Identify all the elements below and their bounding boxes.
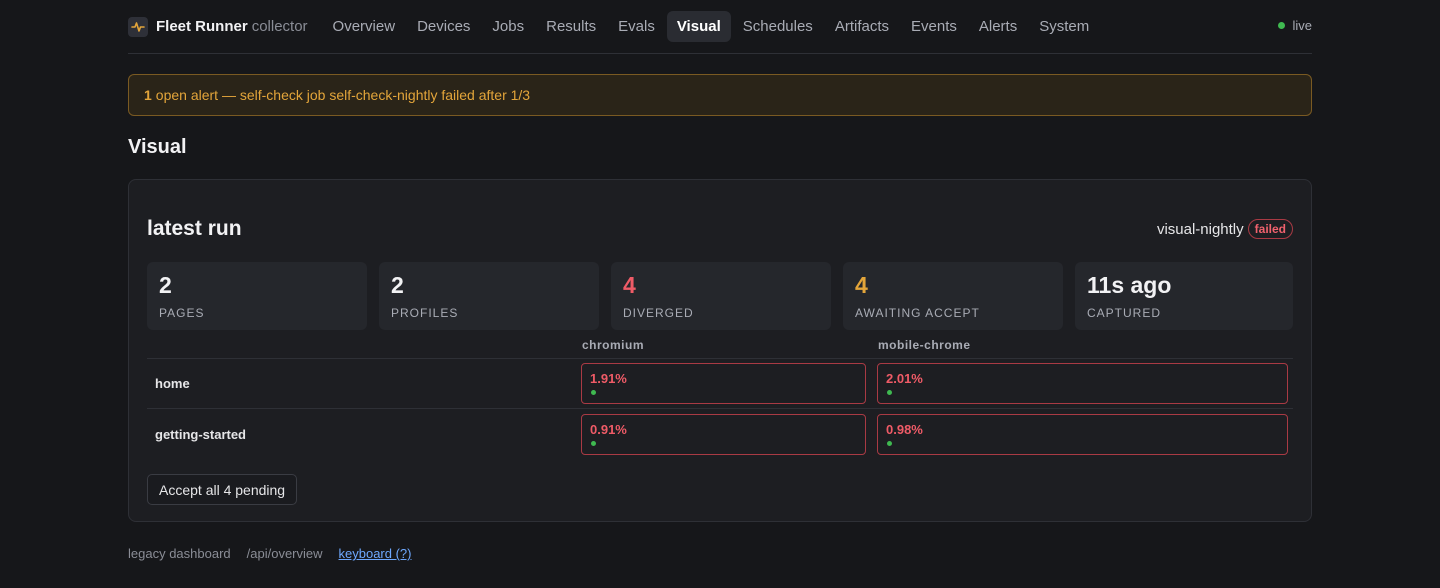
nav-artifacts[interactable]: Artifacts xyxy=(825,11,899,42)
brand-subtitle: collector xyxy=(251,18,308,35)
page-name: getting-started xyxy=(155,426,246,442)
card-title: latest run xyxy=(147,217,242,240)
nav-system[interactable]: System xyxy=(1029,11,1099,42)
alert-text: open alert — self-check job self-check-n… xyxy=(155,87,531,103)
nav-devices[interactable]: Devices xyxy=(407,11,480,42)
stat-awaiting-accept: 4 AWAITING ACCEPT xyxy=(843,262,1063,330)
diff-cell[interactable]: 0.91% xyxy=(581,413,866,455)
run-info: visual-nightly failed xyxy=(1157,219,1293,239)
alert-banner[interactable]: 1 open alert — self-check job self-check… xyxy=(128,74,1312,116)
stat-captured: 11s ago CAPTURED xyxy=(1075,262,1293,330)
status-dot-icon xyxy=(591,440,596,446)
stat-value: 4 xyxy=(623,272,636,298)
run-name[interactable]: visual-nightly xyxy=(1157,221,1244,238)
diff-percent: 0.91% xyxy=(590,421,627,437)
stat-diverged: 4 DIVERGED xyxy=(611,262,831,330)
card-header: latest run visual-nightly failed xyxy=(147,209,1293,249)
stat-value: 4 xyxy=(855,272,868,298)
nav-alerts[interactable]: Alerts xyxy=(969,11,1027,42)
cell-wrap: 0.91% xyxy=(575,413,871,455)
brand[interactable]: Fleet Runner collector xyxy=(128,16,308,37)
page-title: Visual xyxy=(128,136,187,158)
stat-value: 2 xyxy=(159,272,172,298)
alert-count: 1 xyxy=(144,87,152,103)
diff-cell[interactable]: 0.98% xyxy=(877,413,1288,455)
nav-results[interactable]: Results xyxy=(536,11,606,42)
brand-name: Fleet Runner xyxy=(156,18,248,35)
pulse-icon xyxy=(128,16,148,37)
nav-visual[interactable]: Visual xyxy=(666,11,731,42)
main-nav: Overview Devices Jobs Results Evals Visu… xyxy=(322,11,1101,42)
cell-wrap: 0.98% xyxy=(871,413,1293,455)
legacy-dashboard-link[interactable]: legacy dashboard xyxy=(128,546,231,561)
accept-all-button[interactable]: Accept all 4 pending xyxy=(147,474,298,505)
live-label: live xyxy=(1292,18,1312,33)
matrix-header: chromium mobile-chrome xyxy=(147,336,1293,359)
nav-jobs[interactable]: Jobs xyxy=(482,11,534,42)
cell-wrap: 1.91% xyxy=(575,363,871,404)
stat-label: AWAITING ACCEPT xyxy=(855,306,980,320)
stat-label: DIVERGED xyxy=(623,306,694,320)
api-overview-link[interactable]: /api/overview xyxy=(247,546,323,561)
status-dot-icon xyxy=(591,390,596,395)
nav-schedules[interactable]: Schedules xyxy=(733,11,823,42)
diff-percent: 1.91% xyxy=(590,371,627,386)
page-name: home xyxy=(155,376,190,391)
nav-overview[interactable]: Overview xyxy=(323,11,406,42)
live-status: live xyxy=(1278,18,1312,33)
stat-value: 11s ago xyxy=(1087,272,1172,298)
stat-pages: 2 PAGES xyxy=(147,262,367,330)
table-row: getting-started 0.91% 0.98% xyxy=(147,409,1293,459)
profile-header-mobile-chrome: mobile-chrome xyxy=(878,338,971,352)
status-dot-icon xyxy=(887,390,892,395)
status-badge: failed xyxy=(1247,219,1293,239)
top-nav-bar: Fleet Runner collector Overview Devices … xyxy=(128,0,1312,54)
stat-label: CAPTURED xyxy=(1087,306,1162,320)
diff-matrix: chromium mobile-chrome home 1.91% 2.01% xyxy=(147,336,1293,459)
stat-profiles: 2 PROFILES xyxy=(379,262,599,330)
stat-value: 2 xyxy=(391,272,404,298)
latest-run-card: latest run visual-nightly failed 2 PAGES… xyxy=(128,179,1312,522)
stat-label: PAGES xyxy=(159,306,205,320)
footer: legacy dashboard /api/overview keyboard … xyxy=(128,546,1312,561)
cell-wrap: 2.01% xyxy=(871,363,1293,404)
nav-events[interactable]: Events xyxy=(901,11,967,42)
nav-evals[interactable]: Evals xyxy=(608,11,665,42)
header-spacer xyxy=(147,336,575,358)
diff-percent: 2.01% xyxy=(886,371,923,386)
stat-label: PROFILES xyxy=(391,306,459,320)
diff-percent: 0.98% xyxy=(886,421,923,437)
status-dot-icon xyxy=(887,440,892,446)
profile-header-chromium: chromium xyxy=(582,338,645,352)
diff-cell[interactable]: 2.01% xyxy=(877,363,1288,404)
diff-cell[interactable]: 1.91% xyxy=(581,363,866,404)
live-dot-icon xyxy=(1278,22,1286,29)
stats-row: 2 PAGES 2 PROFILES 4 DIVERGED 4 AWAITING… xyxy=(147,262,1293,330)
table-row: home 1.91% 2.01% xyxy=(147,359,1293,409)
keyboard-shortcuts-link[interactable]: keyboard (?) xyxy=(339,546,412,561)
